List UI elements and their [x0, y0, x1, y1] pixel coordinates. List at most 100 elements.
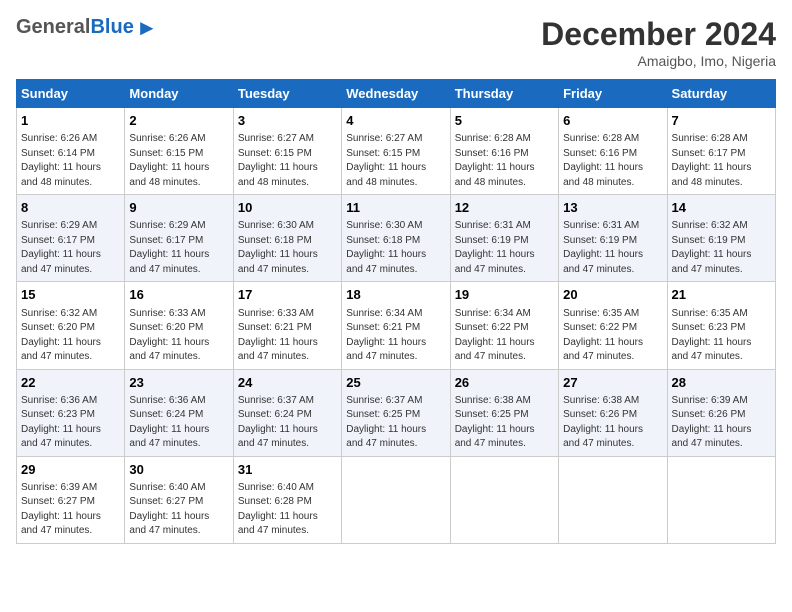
day-number: 30	[129, 461, 228, 479]
weekday-header-thursday: Thursday	[450, 80, 558, 108]
day-info: Sunrise: 6:34 AMSunset: 6:22 PMDaylight:…	[455, 307, 554, 365]
title-block: December 2024 Amaigbo, Imo, Nigeria	[541, 16, 776, 69]
day-number: 27	[563, 374, 662, 392]
day-info: Sunrise: 6:38 AMSunset: 6:26 PMDaylight:…	[563, 394, 662, 452]
day-info: Sunrise: 6:27 AMSunset: 6:15 PMDaylight:…	[346, 132, 445, 190]
day-number: 12	[455, 199, 554, 217]
calendar-cell: 14 Sunrise: 6:32 AMSunset: 6:19 PMDayligh…	[667, 195, 775, 282]
day-number: 7	[672, 112, 771, 130]
day-info: Sunrise: 6:31 AMSunset: 6:19 PMDaylight:…	[455, 219, 554, 277]
calendar-cell	[559, 456, 667, 543]
calendar-cell: 17 Sunrise: 6:33 AMSunset: 6:21 PMDayligh…	[233, 282, 341, 369]
day-number: 19	[455, 286, 554, 304]
day-number: 18	[346, 286, 445, 304]
calendar-cell: 12 Sunrise: 6:31 AMSunset: 6:19 PMDayligh…	[450, 195, 558, 282]
calendar-cell: 13 Sunrise: 6:31 AMSunset: 6:19 PMDayligh…	[559, 195, 667, 282]
day-info: Sunrise: 6:28 AMSunset: 6:16 PMDaylight:…	[563, 132, 662, 190]
day-info: Sunrise: 6:33 AMSunset: 6:21 PMDaylight:…	[238, 307, 337, 365]
day-info: Sunrise: 6:35 AMSunset: 6:22 PMDaylight:…	[563, 307, 662, 365]
calendar-cell: 8Sunrise: 6:29 AMSunset: 6:17 PMDaylight…	[17, 195, 125, 282]
day-number: 6	[563, 112, 662, 130]
day-number: 15	[21, 286, 120, 304]
day-info: Sunrise: 6:28 AMSunset: 6:17 PMDaylight:…	[672, 132, 771, 190]
day-info: Sunrise: 6:34 AMSunset: 6:21 PMDaylight:…	[346, 307, 445, 365]
day-number: 23	[129, 374, 228, 392]
calendar-cell: 15 Sunrise: 6:32 AMSunset: 6:20 PMDayligh…	[17, 282, 125, 369]
calendar-cell: 16 Sunrise: 6:33 AMSunset: 6:20 PMDayligh…	[125, 282, 233, 369]
day-info: Sunrise: 6:30 AMSunset: 6:18 PMDaylight:…	[346, 219, 445, 277]
day-number: 5	[455, 112, 554, 130]
month-title: December 2024	[541, 16, 776, 53]
day-number: 14	[672, 199, 771, 217]
day-info: Sunrise: 6:39 AMSunset: 6:27 PMDaylight:…	[21, 481, 120, 539]
location-text: Amaigbo, Imo, Nigeria	[541, 53, 776, 69]
weekday-header-tuesday: Tuesday	[233, 80, 341, 108]
calendar-cell: 30 Sunrise: 6:40 AMSunset: 6:27 PMDayligh…	[125, 456, 233, 543]
day-info: Sunrise: 6:38 AMSunset: 6:25 PMDaylight:…	[455, 394, 554, 452]
day-number: 3	[238, 112, 337, 130]
day-info: Sunrise: 6:35 AMSunset: 6:23 PMDaylight:…	[672, 307, 771, 365]
calendar-cell: 25Sunrise: 6:37 AMSunset: 6:25 PMDayligh…	[342, 369, 450, 456]
calendar-cell: 6 Sunrise: 6:28 AMSunset: 6:16 PMDaylight…	[559, 108, 667, 195]
calendar-cell: 19 Sunrise: 6:34 AMSunset: 6:22 PMDayligh…	[450, 282, 558, 369]
day-number: 26	[455, 374, 554, 392]
weekday-header-friday: Friday	[559, 80, 667, 108]
day-number: 9	[129, 199, 228, 217]
day-number: 1	[21, 112, 120, 130]
day-info: Sunrise: 6:28 AMSunset: 6:16 PMDaylight:…	[455, 132, 554, 190]
day-number: 17	[238, 286, 337, 304]
calendar-cell: 18 Sunrise: 6:34 AMSunset: 6:21 PMDayligh…	[342, 282, 450, 369]
logo: General Blue ►	[16, 16, 158, 39]
calendar-cell: 11 Sunrise: 6:30 AMSunset: 6:18 PMDayligh…	[342, 195, 450, 282]
calendar-cell: 23 Sunrise: 6:36 AMSunset: 6:24 PMDayligh…	[125, 369, 233, 456]
calendar-cell: 29 Sunrise: 6:39 AMSunset: 6:27 PMDayligh…	[17, 456, 125, 543]
day-info: Sunrise: 6:36 AMSunset: 6:24 PMDaylight:…	[129, 394, 228, 452]
day-info: Sunrise: 6:36 AMSunset: 6:23 PMDaylight:…	[21, 394, 120, 452]
logo-general-text: General	[16, 16, 90, 39]
day-info: Sunrise: 6:32 AMSunset: 6:19 PMDaylight:…	[672, 219, 771, 277]
calendar-cell: 1 Sunrise: 6:26 AMSunset: 6:14 PMDaylight…	[17, 108, 125, 195]
day-info: Sunrise: 6:31 AMSunset: 6:19 PMDaylight:…	[563, 219, 662, 277]
day-number: 22	[21, 374, 120, 392]
day-info: Sunrise: 6:37 AMSunset: 6:24 PMDaylight:…	[238, 394, 337, 452]
weekday-header-sunday: Sunday	[17, 80, 125, 108]
weekday-header-saturday: Saturday	[667, 80, 775, 108]
calendar-cell: 4 Sunrise: 6:27 AMSunset: 6:15 PMDaylight…	[342, 108, 450, 195]
calendar-cell	[667, 456, 775, 543]
day-number: 13	[563, 199, 662, 217]
calendar-cell: 26 Sunrise: 6:38 AMSunset: 6:25 PMDayligh…	[450, 369, 558, 456]
calendar-table: SundayMondayTuesdayWednesdayThursdayFrid…	[16, 79, 776, 544]
day-number: 4	[346, 112, 445, 130]
day-info: Sunrise: 6:29 AMSunset: 6:17 PMDaylight:…	[21, 219, 120, 277]
calendar-cell: 31 Sunrise: 6:40 AMSunset: 6:28 PMDayligh…	[233, 456, 341, 543]
day-number: 2	[129, 112, 228, 130]
day-number: 16	[129, 286, 228, 304]
calendar-cell: 22 Sunrise: 6:36 AMSunset: 6:23 PMDayligh…	[17, 369, 125, 456]
logo-blue-text: Blue	[90, 16, 133, 39]
calendar-cell: 20 Sunrise: 6:35 AMSunset: 6:22 PMDayligh…	[559, 282, 667, 369]
day-number: 11	[346, 199, 445, 217]
day-number: 29	[21, 461, 120, 479]
calendar-cell: 3 Sunrise: 6:27 AMSunset: 6:15 PMDaylight…	[233, 108, 341, 195]
day-info: Sunrise: 6:39 AMSunset: 6:26 PMDaylight:…	[672, 394, 771, 452]
calendar-cell	[342, 456, 450, 543]
day-info: Sunrise: 6:40 AMSunset: 6:28 PMDaylight:…	[238, 481, 337, 539]
page-header: General Blue ► December 2024 Amaigbo, Im…	[16, 16, 776, 69]
day-info: Sunrise: 6:37 AMSunset: 6:25 PMDaylight:…	[346, 394, 445, 452]
day-info: Sunrise: 6:27 AMSunset: 6:15 PMDaylight:…	[238, 132, 337, 190]
calendar-cell: 21 Sunrise: 6:35 AMSunset: 6:23 PMDayligh…	[667, 282, 775, 369]
weekday-header-monday: Monday	[125, 80, 233, 108]
day-number: 21	[672, 286, 771, 304]
day-info: Sunrise: 6:30 AMSunset: 6:18 PMDaylight:…	[238, 219, 337, 277]
day-info: Sunrise: 6:32 AMSunset: 6:20 PMDaylight:…	[21, 307, 120, 365]
day-info: Sunrise: 6:26 AMSunset: 6:14 PMDaylight:…	[21, 132, 120, 190]
day-number: 31	[238, 461, 337, 479]
calendar-cell: 27 Sunrise: 6:38 AMSunset: 6:26 PMDayligh…	[559, 369, 667, 456]
calendar-cell: 2 Sunrise: 6:26 AMSunset: 6:15 PMDaylight…	[125, 108, 233, 195]
day-info: Sunrise: 6:26 AMSunset: 6:15 PMDaylight:…	[129, 132, 228, 190]
day-info: Sunrise: 6:40 AMSunset: 6:27 PMDaylight:…	[129, 481, 228, 539]
day-info: Sunrise: 6:29 AMSunset: 6:17 PMDaylight:…	[129, 219, 228, 277]
day-number: 20	[563, 286, 662, 304]
weekday-header-wednesday: Wednesday	[342, 80, 450, 108]
day-info: Sunrise: 6:33 AMSunset: 6:20 PMDaylight:…	[129, 307, 228, 365]
